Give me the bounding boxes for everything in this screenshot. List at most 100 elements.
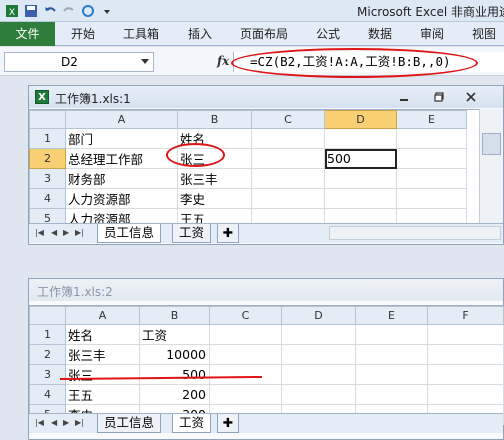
column-header[interactable]: B <box>139 306 210 325</box>
column-header[interactable]: D <box>281 306 356 325</box>
column-header[interactable]: E <box>355 306 428 325</box>
redo-icon[interactable] <box>61 3 77 19</box>
tab-employee-info[interactable]: 员工信息 <box>97 414 162 433</box>
tab-insert[interactable]: 插入 <box>188 22 212 46</box>
cell-f3[interactable] <box>427 364 504 385</box>
row-header[interactable]: 3 <box>29 364 66 385</box>
cell-a1[interactable]: 姓名 <box>65 324 140 345</box>
cell-f4[interactable] <box>427 384 504 405</box>
prev-sheet-icon[interactable]: ◀ <box>51 228 57 237</box>
cell-a1[interactable]: 部门 <box>65 128 178 149</box>
vertical-scrollbar[interactable] <box>479 109 503 223</box>
cell-e2[interactable] <box>396 148 467 169</box>
cell-a2[interactable]: 张三丰 <box>65 344 140 365</box>
tab-employee-info[interactable]: 员工信息 <box>97 224 162 243</box>
cell-f1[interactable] <box>427 324 504 345</box>
row-header[interactable]: 4 <box>29 188 66 209</box>
cell-d4[interactable] <box>281 384 356 405</box>
tab-formulas[interactable]: 公式 <box>316 22 340 46</box>
column-header[interactable]: B <box>177 110 252 129</box>
cell-d2-active[interactable]: 500 <box>324 148 397 169</box>
row-header[interactable]: 3 <box>29 168 66 189</box>
cell-c2[interactable] <box>209 344 282 365</box>
cell-d1[interactable] <box>324 128 397 149</box>
refresh-icon[interactable] <box>80 3 96 19</box>
tab-data[interactable]: 数据 <box>368 22 392 46</box>
cell-d3[interactable] <box>281 364 356 385</box>
cell-b1[interactable]: 工资 <box>139 324 210 345</box>
cell-e4[interactable] <box>355 384 428 405</box>
close-icon[interactable] <box>462 89 480 105</box>
cell-c1[interactable] <box>209 324 282 345</box>
cell-b4[interactable]: 200 <box>139 384 210 405</box>
name-box[interactable]: D2 <box>4 52 154 72</box>
cell-e1[interactable] <box>355 324 428 345</box>
cell-a4[interactable]: 王五 <box>65 384 140 405</box>
new-sheet-icon[interactable]: ✚ <box>217 414 239 433</box>
column-header[interactable]: A <box>65 110 178 129</box>
row-header[interactable]: 1 <box>29 128 66 149</box>
chevron-down-icon[interactable] <box>141 59 149 64</box>
tab-review[interactable]: 审阅 <box>420 22 444 46</box>
cell-e3[interactable] <box>355 364 428 385</box>
cell-c4[interactable] <box>251 188 325 209</box>
tab-salary[interactable]: 工资 <box>172 224 212 243</box>
cell-e2[interactable] <box>355 344 428 365</box>
row-header[interactable]: 2 <box>29 344 66 365</box>
cell-b4[interactable]: 李史 <box>177 188 252 209</box>
cell-e4[interactable] <box>396 188 467 209</box>
next-sheet-icon[interactable]: ▶ <box>63 418 69 427</box>
cell-c4[interactable] <box>209 384 282 405</box>
last-sheet-icon[interactable]: ▶| <box>75 418 84 427</box>
cell-b3[interactable]: 500 <box>139 364 210 385</box>
first-sheet-icon[interactable]: |◀ <box>35 418 44 427</box>
column-header[interactable]: C <box>209 306 282 325</box>
column-header[interactable]: F <box>427 306 504 325</box>
cell-d3[interactable] <box>324 168 397 189</box>
cell-a3[interactable]: 财务部 <box>65 168 178 189</box>
restore-icon[interactable] <box>430 89 448 105</box>
scroll-thumb[interactable] <box>482 133 501 155</box>
last-sheet-icon[interactable]: ▶| <box>75 228 84 237</box>
row-header[interactable]: 1 <box>29 324 66 345</box>
next-sheet-icon[interactable]: ▶ <box>63 228 69 237</box>
tab-page-layout[interactable]: 页面布局 <box>240 22 288 46</box>
column-header[interactable]: C <box>251 110 325 129</box>
cell-f2[interactable] <box>427 344 504 365</box>
cell-b2[interactable]: 10000 <box>139 344 210 365</box>
minimize-icon[interactable] <box>395 89 413 105</box>
row-header[interactable]: 4 <box>29 384 66 405</box>
new-sheet-icon[interactable]: ✚ <box>217 224 239 243</box>
undo-icon[interactable] <box>42 3 58 19</box>
select-all-corner[interactable] <box>29 306 66 325</box>
cell-b3[interactable]: 张三丰 <box>177 168 252 189</box>
cell-d1[interactable] <box>281 324 356 345</box>
cell-d4[interactable] <box>324 188 397 209</box>
cell-c2[interactable] <box>251 148 325 169</box>
cell-c3[interactable] <box>209 364 282 385</box>
cell-e3[interactable] <box>396 168 467 189</box>
prev-sheet-icon[interactable]: ◀ <box>51 418 57 427</box>
save-icon[interactable] <box>23 3 39 19</box>
cell-e1[interactable] <box>396 128 467 149</box>
cell-a2[interactable]: 总经理工作部 <box>65 148 178 169</box>
column-header[interactable]: A <box>65 306 140 325</box>
tab-home[interactable]: 开始 <box>71 22 95 46</box>
horizontal-scrollbar[interactable] <box>329 226 501 240</box>
cell-a3[interactable]: 张三 <box>65 364 140 385</box>
row-header-selected[interactable]: 2 <box>29 148 66 169</box>
tab-toolbox[interactable]: 工具箱 <box>123 22 159 46</box>
tab-salary[interactable]: 工资 <box>172 414 212 433</box>
tab-file[interactable]: 文件 <box>0 22 55 46</box>
cell-c1[interactable] <box>251 128 325 149</box>
column-header[interactable]: E <box>396 110 467 129</box>
cell-d2[interactable] <box>281 344 356 365</box>
cell-a4[interactable]: 人力资源部 <box>65 188 178 209</box>
tab-view[interactable]: 视图 <box>472 22 496 46</box>
customize-qat-icon[interactable] <box>99 3 115 19</box>
select-all-corner[interactable] <box>29 110 66 129</box>
column-header-selected[interactable]: D <box>324 110 397 129</box>
first-sheet-icon[interactable]: |◀ <box>35 228 44 237</box>
cell-c3[interactable] <box>251 168 325 189</box>
insert-function-icon[interactable]: fx <box>217 54 229 68</box>
